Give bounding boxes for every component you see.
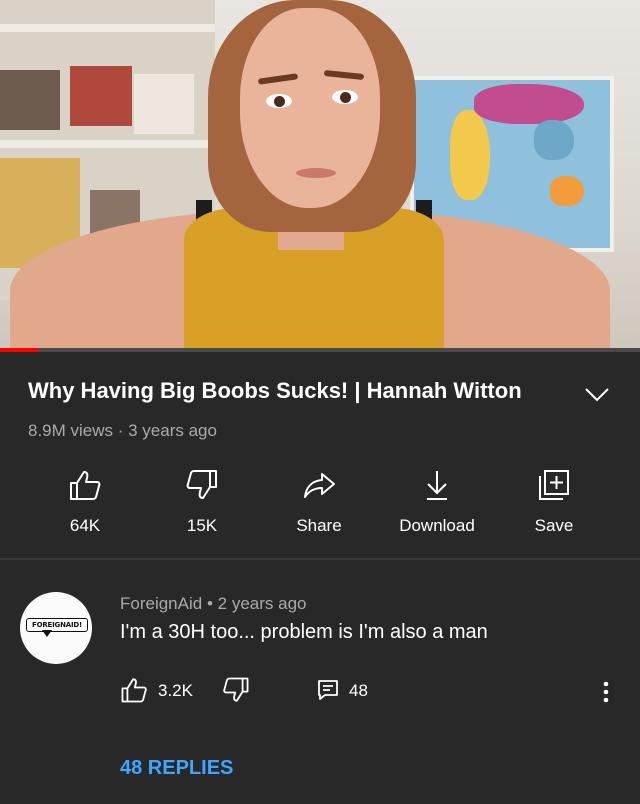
video-progress-fill bbox=[0, 348, 39, 352]
comment-time: 2 years ago bbox=[217, 594, 307, 613]
divider bbox=[0, 558, 640, 560]
more-vert-icon[interactable] bbox=[602, 680, 610, 704]
thumb-up-icon[interactable] bbox=[120, 676, 148, 704]
action-row: 64K 15K Share Download Save bbox=[0, 462, 640, 542]
comment-actions: 3.2K 48 bbox=[0, 676, 640, 708]
separator-dot: • bbox=[206, 594, 218, 613]
save-button[interactable]: Save bbox=[499, 462, 609, 536]
dislike-button[interactable]: 15K bbox=[147, 462, 257, 536]
save-label: Save bbox=[534, 516, 574, 535]
avatar-logo-text: FOREIGNAID! bbox=[26, 618, 88, 632]
comment-header: ForeignAid • 2 years ago bbox=[120, 594, 306, 614]
video-progress-bar[interactable] bbox=[0, 348, 640, 352]
share-button[interactable]: Share bbox=[264, 462, 374, 536]
like-count: 64K bbox=[69, 516, 101, 535]
dislike-count: 15K bbox=[186, 516, 218, 535]
chevron-down-icon[interactable] bbox=[583, 383, 611, 405]
playlist-add-icon bbox=[539, 470, 569, 500]
download-button[interactable]: Download bbox=[382, 462, 492, 536]
video-title[interactable]: Why Having Big Boobs Sucks! | Hannah Wit… bbox=[28, 378, 588, 404]
comment-author[interactable]: ForeignAid bbox=[120, 594, 202, 613]
reply-comment-icon[interactable] bbox=[316, 678, 340, 702]
video-meta: 8.9M views · 3 years ago bbox=[28, 421, 217, 440]
share-icon bbox=[304, 473, 335, 498]
like-button[interactable]: 64K bbox=[30, 462, 140, 536]
avatar[interactable]: FOREIGNAID! bbox=[20, 592, 92, 664]
thumb-down-icon bbox=[186, 470, 217, 499]
comment-reply-count: 48 bbox=[349, 681, 368, 700]
thumb-down-icon[interactable] bbox=[222, 676, 250, 704]
video-player[interactable] bbox=[0, 0, 640, 352]
download-icon bbox=[427, 471, 447, 500]
comment-like-count: 3.2K bbox=[158, 681, 193, 700]
download-label: Download bbox=[399, 516, 475, 535]
comment-text: I'm a 30H too... problem is I'm also a m… bbox=[120, 621, 488, 643]
share-label: Share bbox=[296, 516, 342, 535]
thumb-up-icon bbox=[70, 471, 101, 500]
view-replies-link[interactable]: 48 REPLIES bbox=[120, 757, 233, 780]
person-face bbox=[240, 8, 380, 208]
